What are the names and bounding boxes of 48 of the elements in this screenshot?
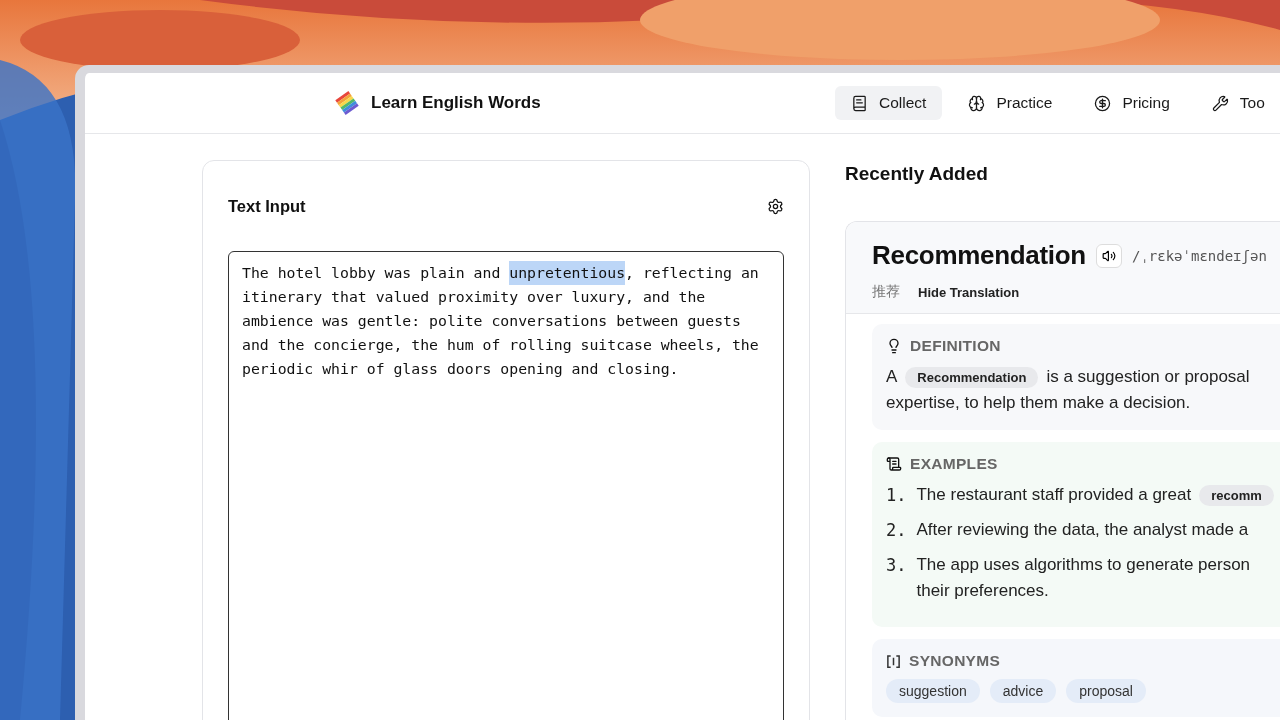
settings-icon[interactable]: [767, 197, 784, 215]
synonym-chip[interactable]: proposal: [1066, 679, 1146, 703]
definition-text: A: [886, 367, 898, 387]
example-text: After reviewing the data, the analyst made a: [916, 520, 1249, 540]
synonym-chip[interactable]: suggestion: [886, 679, 980, 703]
example-text: their preferences.: [916, 581, 1049, 601]
synonym-chip[interactable]: advice: [989, 679, 1057, 703]
nav-tab[interactable]: Too: [1195, 86, 1280, 120]
phonetic-text: /ˌrɛkəˈmɛndeɪʃən: [1131, 247, 1267, 264]
nav-tab[interactable]: Collect: [835, 86, 943, 120]
word-title: Recommendation: [872, 240, 1086, 271]
nav-tab[interactable]: Practice: [952, 86, 1069, 120]
term-chip: recomm: [1199, 484, 1274, 506]
example-number: 1.: [886, 484, 907, 507]
input-text: The hotel lobby was plain and: [242, 263, 502, 283]
card-title: Text Input: [228, 196, 306, 216]
input-text: itinerary that valued proximity over luxury, and the: [242, 287, 706, 307]
app-title: Learn English Words: [371, 93, 541, 113]
speaker-icon: [1101, 248, 1116, 263]
panel-heading: DEFINITION: [910, 337, 1001, 355]
panel-heading: EXAMPLES: [910, 455, 998, 473]
input-text: periodic whir of glass doors opening and closing.: [242, 359, 679, 379]
input-text: and the concierge, the hum of rolling suitcase wheels, the: [242, 335, 759, 355]
text-input-field[interactable]: [228, 251, 784, 720]
translation-text: 推荐: [872, 283, 900, 301]
input-text: ambience was gentle: polite conversations between guests: [242, 311, 741, 331]
term-chip: Recommendation: [905, 366, 1039, 388]
example-text: The restaurant staff provided a great: [916, 485, 1192, 505]
lightbulb-icon: [886, 338, 902, 354]
selected-text: unpretentious: [509, 261, 626, 285]
brackets-icon: [886, 653, 901, 669]
logo-icon: [335, 91, 359, 115]
section-title: Recently Added: [845, 162, 989, 186]
input-text: , reflecting an: [625, 263, 759, 283]
nav-tab[interactable]: Pricing: [1078, 86, 1186, 120]
example-number: 3.: [886, 554, 907, 577]
brain-icon: [968, 94, 986, 112]
example-text: The app uses algorithms to generate person: [916, 555, 1251, 575]
book-icon: [851, 94, 868, 112]
wrench-icon: [1211, 94, 1229, 112]
dollar-icon: [1094, 94, 1112, 112]
definition-text: is a suggestion or proposal: [1046, 367, 1250, 387]
hide-translation-button[interactable]: Hide Translation: [918, 284, 1020, 300]
panel-heading: SYNONYMS: [909, 652, 1001, 670]
speaker-button[interactable]: [1095, 243, 1122, 268]
definition-text: expertise, to help them make a decision.: [886, 393, 1191, 413]
example-number: 2.: [886, 519, 907, 542]
scroll-icon: [886, 456, 902, 472]
